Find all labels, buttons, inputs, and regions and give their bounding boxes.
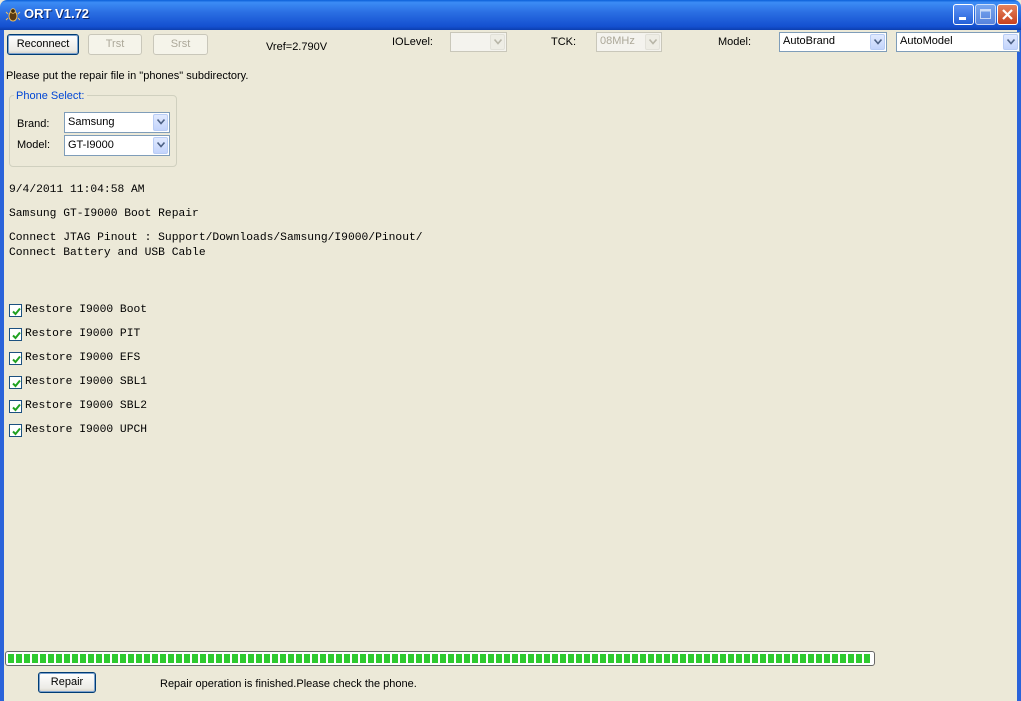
- brand-value: Samsung: [68, 116, 115, 128]
- iolevel-select: [450, 32, 507, 52]
- log-operation: Samsung GT-I9000 Boot Repair: [9, 208, 199, 220]
- vref-readout: Vref=2.790V: [266, 41, 328, 53]
- tck-label: TCK:: [551, 36, 577, 48]
- close-icon: [1002, 9, 1013, 20]
- restore-label: Restore I9000 UPCH: [25, 424, 148, 436]
- bug-icon: [5, 7, 21, 23]
- phone-select-title: Phone Select:: [14, 90, 87, 102]
- model-label: Model:: [718, 36, 752, 48]
- reconnect-button-label: Reconnect: [16, 38, 70, 50]
- log-instruction: Connect Battery and USB Cable: [9, 247, 206, 259]
- brand-label: Brand:: [17, 118, 50, 130]
- trst-button-label: Trst: [105, 38, 125, 50]
- window-frame-right: [1017, 30, 1021, 701]
- check-icon: [12, 379, 21, 388]
- restore-label: Restore I9000 SBL2: [25, 400, 148, 412]
- restore-checkbox[interactable]: [9, 304, 22, 317]
- auto-brand-value: AutoBrand: [783, 35, 835, 47]
- status-message: Repair operation is finished.Please chec…: [160, 678, 417, 690]
- minimize-icon: [959, 17, 966, 20]
- progress-bar: [5, 651, 875, 666]
- restore-label: Restore I9000 PIT: [25, 328, 141, 340]
- phone-model-select[interactable]: GT-I9000: [64, 135, 170, 156]
- srst-button-label: Srst: [170, 38, 191, 50]
- maximize-button: [975, 4, 996, 25]
- reconnect-button[interactable]: Reconnect: [7, 34, 79, 55]
- phone-model-value: GT-I9000: [68, 139, 114, 151]
- check-icon: [12, 427, 21, 436]
- tck-select: 08MHz: [596, 32, 662, 52]
- progress-fill: [8, 654, 872, 663]
- minimize-button[interactable]: [953, 4, 974, 25]
- restore-checkbox[interactable]: [9, 376, 22, 389]
- auto-brand-select[interactable]: AutoBrand: [779, 32, 887, 52]
- restore-label: Restore I9000 EFS: [25, 352, 141, 364]
- chevron-down-icon[interactable]: [870, 34, 885, 50]
- restore-label: Restore I9000 Boot: [25, 304, 148, 316]
- restore-checkbox[interactable]: [9, 424, 22, 437]
- chevron-down-icon: [490, 34, 505, 50]
- log-timestamp: 9/4/2011 11:04:58 AM: [9, 184, 145, 196]
- log-instruction: Connect JTAG Pinout : Support/Downloads/…: [9, 232, 423, 244]
- restore-label: Restore I9000 SBL1: [25, 376, 148, 388]
- auto-model-value: AutoModel: [900, 35, 953, 47]
- chevron-down-icon: [645, 34, 660, 50]
- maximize-icon: [980, 9, 991, 19]
- window-title: ORT V1.72: [24, 6, 90, 21]
- title-bar[interactable]: [0, 0, 1021, 30]
- chevron-down-icon[interactable]: [153, 114, 168, 131]
- check-icon: [12, 403, 21, 412]
- phone-model-label: Model:: [17, 139, 51, 151]
- srst-button: Srst: [153, 34, 208, 55]
- close-button[interactable]: [997, 4, 1018, 25]
- repair-button[interactable]: Repair: [38, 672, 96, 693]
- check-icon: [12, 331, 21, 340]
- repair-button-label: Repair: [50, 676, 84, 688]
- restore-checkbox[interactable]: [9, 328, 22, 341]
- brand-select[interactable]: Samsung: [64, 112, 170, 133]
- trst-button: Trst: [88, 34, 142, 55]
- chevron-down-icon[interactable]: [153, 137, 168, 154]
- tck-value: 08MHz: [600, 35, 635, 47]
- chevron-down-icon[interactable]: [1003, 34, 1018, 50]
- iolevel-label: IOLevel:: [392, 36, 433, 48]
- restore-checkbox[interactable]: [9, 400, 22, 413]
- window-frame-left: [0, 30, 4, 701]
- auto-model-select[interactable]: AutoModel: [896, 32, 1020, 52]
- restore-checkbox[interactable]: [9, 352, 22, 365]
- check-icon: [12, 307, 21, 316]
- check-icon: [12, 355, 21, 364]
- repair-file-info: Please put the repair file in "phones" s…: [6, 70, 249, 82]
